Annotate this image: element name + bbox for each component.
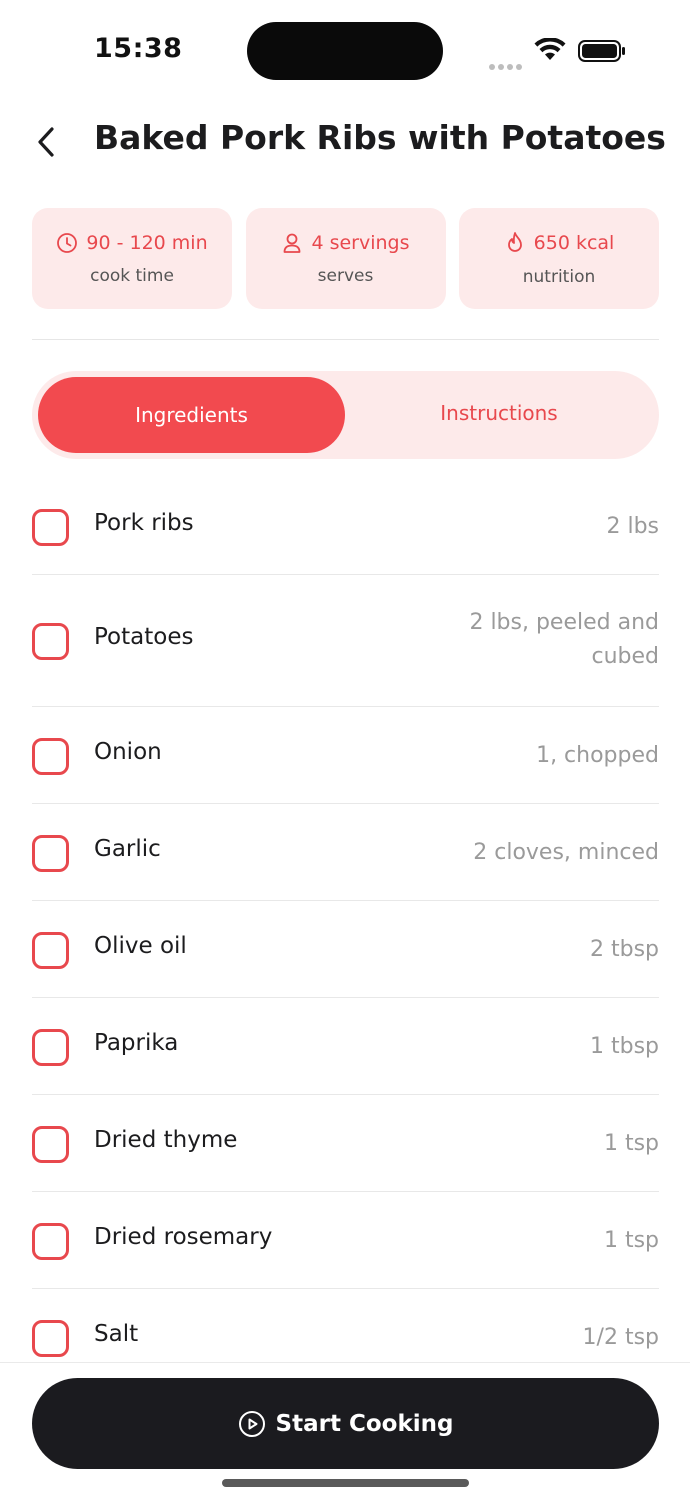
ingredient-checkbox[interactable] (32, 1126, 69, 1163)
cook-time-card: 90 - 120 min cook time (32, 208, 232, 309)
tab-instructions[interactable]: Instructions (345, 375, 653, 451)
nutrition-label: nutrition (522, 266, 596, 287)
ingredient-row[interactable]: Paprika 1 tbsp (32, 998, 659, 1095)
ingredient-row[interactable]: Onion 1, chopped (32, 707, 659, 804)
clock-icon (57, 232, 78, 253)
servings-value: 4 servings (311, 231, 410, 254)
ingredient-checkbox[interactable] (32, 932, 69, 969)
ingredient-checkbox[interactable] (32, 1029, 69, 1066)
ingredient-name: Garlic (94, 836, 161, 862)
ingredient-row[interactable]: Olive oil 2 tbsp (32, 901, 659, 998)
ingredient-row[interactable]: Potatoes 2 lbs, peeled and cubed (32, 575, 659, 707)
divider (32, 339, 659, 340)
home-indicator (222, 1479, 469, 1487)
cook-time-value: 90 - 120 min (86, 231, 208, 254)
ingredient-name: Paprika (94, 1030, 179, 1056)
ingredient-checkbox[interactable] (32, 1223, 69, 1260)
segmented-tabs: Ingredients Instructions (32, 371, 659, 459)
ingredient-name: Pork ribs (94, 510, 194, 536)
ingredient-checkbox[interactable] (32, 835, 69, 872)
chevron-left-icon (38, 127, 54, 157)
ingredient-amount: 2 lbs, peeled and cubed (469, 610, 659, 669)
ingredient-name: Olive oil (94, 933, 187, 959)
nutrition-value: 650 kcal (533, 231, 615, 254)
status-bar: 15:38 (0, 0, 690, 100)
cellular-signal-icon (489, 55, 525, 70)
person-icon (284, 233, 301, 253)
ingredient-amount: 1 tsp (603, 1131, 659, 1156)
ingredient-name: Onion (94, 739, 162, 765)
dynamic-island (247, 22, 443, 80)
ingredient-amount: 2 tbsp (589, 937, 659, 962)
nutrition-card: 650 kcal nutrition (459, 208, 659, 309)
ingredient-name: Dried thyme (94, 1127, 238, 1153)
ingredient-row[interactable]: Dried rosemary 1 tsp (32, 1192, 659, 1289)
ingredient-checkbox[interactable] (32, 738, 69, 775)
start-cooking-label: Start Cooking (275, 1410, 454, 1437)
wifi-icon (534, 37, 566, 66)
ingredient-checkbox[interactable] (32, 623, 69, 660)
cook-time-label: cook time (90, 265, 174, 286)
battery-icon (578, 40, 626, 62)
page-title: Baked Pork Ribs with Potatoes (94, 118, 666, 157)
ingredient-name: Potatoes (94, 624, 194, 650)
ingredient-amount: 2 lbs (606, 514, 659, 539)
servings-card: 4 servings serves (245, 208, 446, 309)
play-circle-icon (238, 1410, 265, 1437)
start-cooking-button[interactable]: Start Cooking (32, 1378, 659, 1469)
ingredient-name: Salt (94, 1321, 139, 1347)
ingredient-row[interactable]: Garlic 2 cloves, minced (32, 804, 659, 901)
ingredient-amount: 1, chopped (536, 743, 659, 768)
recipe-info-cards: 90 - 120 min cook time 4 servings serves… (32, 208, 659, 309)
back-button[interactable] (28, 122, 64, 162)
bottom-action-bar: Start Cooking (0, 1362, 690, 1500)
ingredient-checkbox[interactable] (32, 509, 69, 546)
status-time: 15:38 (94, 33, 183, 64)
ingredient-amount: 2 cloves, minced (473, 840, 659, 865)
ingredient-checkbox[interactable] (32, 1320, 69, 1357)
tab-ingredients[interactable]: Ingredients (38, 377, 345, 453)
ingredient-amount: 1/2 tsp (582, 1325, 659, 1350)
ingredient-name: Dried rosemary (94, 1224, 273, 1250)
ingredients-list: Pork ribs 2 lbs Potatoes 2 lbs, peeled a… (32, 479, 659, 1386)
ingredient-row[interactable]: Pork ribs 2 lbs (32, 479, 659, 575)
ingredient-amount: 1 tsp (603, 1228, 659, 1253)
header: Baked Pork Ribs with Potatoes (0, 110, 690, 172)
ingredient-amount: 1 tbsp (589, 1034, 659, 1059)
servings-label: serves (317, 265, 374, 286)
flame-icon (507, 231, 522, 252)
ingredient-row[interactable]: Dried thyme 1 tsp (32, 1095, 659, 1192)
